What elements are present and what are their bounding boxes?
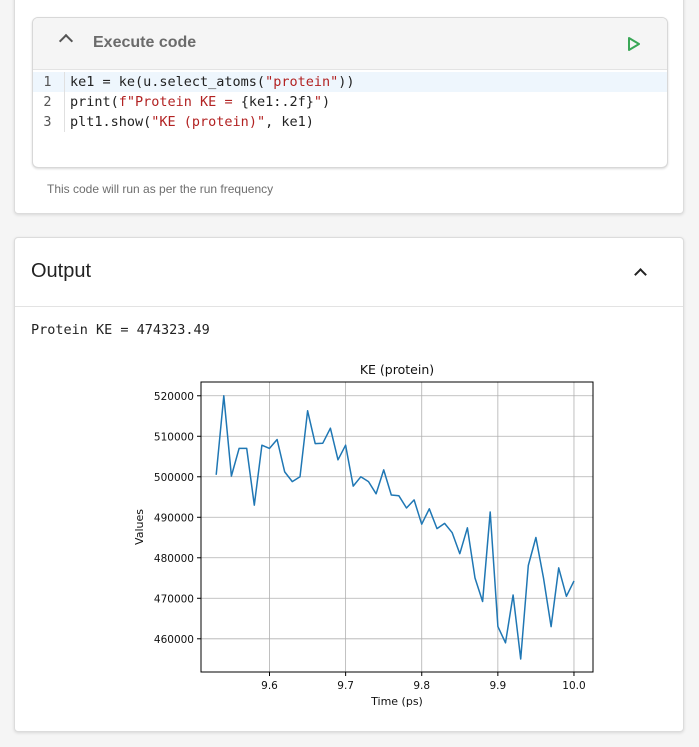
code-text: ke1 = ke(u.select_atoms("protein")) xyxy=(65,72,355,92)
x-tick-label: 9.9 xyxy=(490,680,507,692)
string-token: "KE (protein)" xyxy=(151,114,266,130)
code-token: ) xyxy=(322,94,331,110)
code-line[interactable]: 2 print(f"Protein KE = {ke1:.2f}") xyxy=(33,92,667,112)
x-tick-label: 10.0 xyxy=(562,680,585,692)
string-token: " xyxy=(313,94,322,110)
y-tick-label: 460000 xyxy=(154,634,194,646)
y-tick-label: 470000 xyxy=(154,593,194,605)
code-token: {ke1:.2f} xyxy=(240,94,314,110)
line-number: 2 xyxy=(33,92,65,112)
play-icon[interactable] xyxy=(627,36,641,52)
code-text: plt1.show("KE (protein)", ke1) xyxy=(65,112,314,132)
plot-frame xyxy=(200,381,594,673)
y-tick-label: 500000 xyxy=(154,472,194,484)
code-text: print(f"Protein KE = {ke1:.2f}") xyxy=(65,92,330,112)
output-title: Output xyxy=(31,260,92,282)
output-header[interactable]: Output xyxy=(15,238,683,307)
run-frequency-note: This code will run as per the run freque… xyxy=(47,182,274,196)
y-tick-label: 510000 xyxy=(154,431,194,443)
code-title: Execute code xyxy=(93,34,197,51)
output-text: Protein KE = 474323.49 xyxy=(31,322,210,338)
ke-chart: 9.6 9.7 9.8 9.9 10.0 460000 470000 480000 490000… xyxy=(133,362,594,708)
code-token: )) xyxy=(338,74,355,90)
y-tick-label: 480000 xyxy=(154,553,194,565)
string-token: "protein" xyxy=(265,74,339,90)
x-tick-label: 9.7 xyxy=(337,680,354,692)
x-tick-label: 9.6 xyxy=(261,680,278,692)
y-tick-label: 490000 xyxy=(154,512,194,524)
code-token: plt1.show( xyxy=(70,114,152,130)
code-line[interactable]: 3 plt1.show("KE (protein)", ke1) xyxy=(33,112,667,132)
code-header[interactable]: Execute code xyxy=(33,18,667,70)
x-axis-label: Time (ps) xyxy=(370,695,423,708)
code-editor[interactable]: 1 ke1 = ke(u.select_atoms("protein")) 2 pri… xyxy=(33,70,667,132)
line-number: 3 xyxy=(33,112,65,132)
code-token: ke1 = ke(u.select_atoms( xyxy=(70,74,266,90)
code-panel: Execute code 1 ke1 = ke(u.select_atoms("p… xyxy=(32,17,668,168)
output-card: Output Protein KE = 474323.49 9.6 9.7 9.8 9… xyxy=(14,237,684,732)
chevron-up-icon[interactable] xyxy=(58,33,74,49)
code-token: print( xyxy=(70,94,119,110)
y-axis-label: Values xyxy=(133,509,146,545)
y-tick-label: 520000 xyxy=(154,391,194,403)
chart-title: KE (protein) xyxy=(360,362,434,377)
chevron-up-icon[interactable] xyxy=(634,268,647,281)
code-token: , ke1) xyxy=(265,114,314,130)
code-card: Execute code 1 ke1 = ke(u.select_atoms("p… xyxy=(14,0,684,214)
string-token: f"Protein KE = xyxy=(118,94,241,110)
x-tick-label: 9.8 xyxy=(413,680,430,692)
line-number: 1 xyxy=(33,72,65,92)
code-line[interactable]: 1 ke1 = ke(u.select_atoms("protein")) xyxy=(33,72,667,92)
